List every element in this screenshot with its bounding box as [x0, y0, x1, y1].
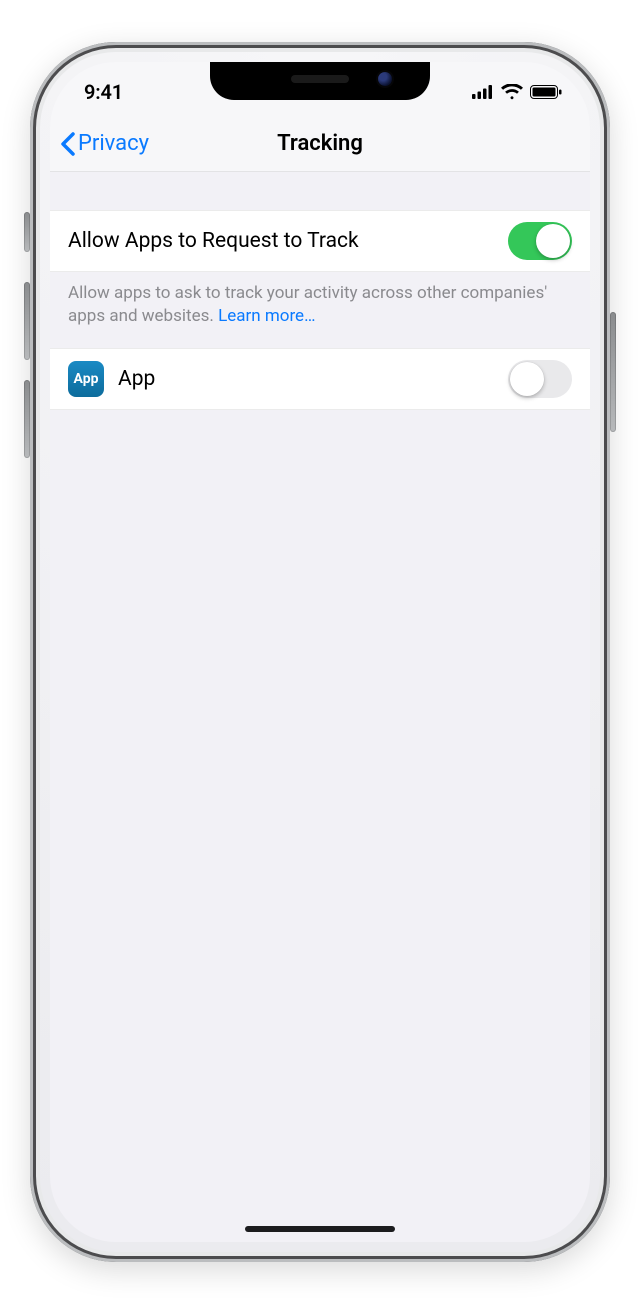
volume-up-button: [24, 282, 30, 360]
content: Allow Apps to Request to Track Allow app…: [50, 172, 590, 410]
app-label: App: [118, 367, 508, 391]
cellular-icon: [472, 85, 494, 99]
volume-down-button: [24, 380, 30, 458]
app-row: App App: [50, 348, 590, 410]
wifi-icon: [501, 84, 523, 100]
toggle-knob: [536, 224, 570, 258]
app-tracking-toggle[interactable]: [508, 360, 572, 398]
allow-tracking-toggle[interactable]: [508, 222, 572, 260]
device-frame: 9:41: [30, 42, 610, 1262]
learn-more-link[interactable]: Learn more…: [218, 306, 315, 326]
notch: [210, 62, 430, 100]
page-title: Tracking: [277, 131, 363, 156]
allow-tracking-footer: Allow apps to ask to track your activity…: [50, 272, 590, 348]
power-button: [610, 312, 616, 432]
silence-switch: [24, 212, 30, 252]
group-gap: [50, 172, 590, 210]
app-icon: App: [68, 361, 104, 397]
allow-tracking-row: Allow Apps to Request to Track: [50, 210, 590, 272]
navigation-bar: Privacy Tracking: [50, 116, 590, 172]
status-time: 9:41: [84, 80, 123, 104]
status-indicators: [472, 84, 562, 100]
chevron-left-icon: [60, 132, 76, 156]
screen: 9:41: [50, 62, 590, 1242]
earpiece-speaker: [291, 75, 349, 83]
allow-tracking-label: Allow Apps to Request to Track: [68, 229, 508, 253]
front-camera: [378, 72, 392, 86]
home-indicator[interactable]: [245, 1226, 395, 1232]
toggle-knob: [510, 362, 544, 396]
battery-icon: [530, 85, 562, 99]
back-label: Privacy: [78, 131, 149, 156]
back-button[interactable]: Privacy: [60, 131, 149, 156]
